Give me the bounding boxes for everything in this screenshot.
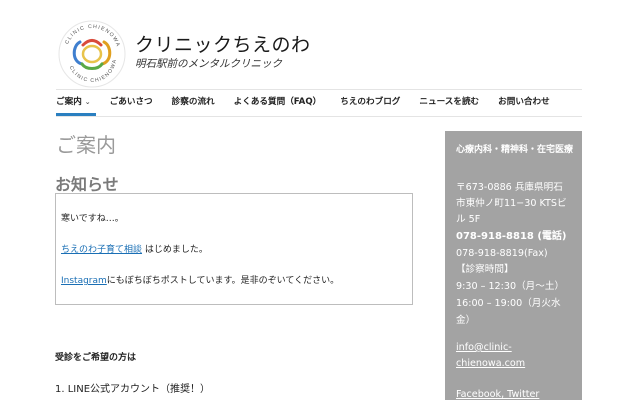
nav-item-greeting[interactable]: ごあいさつ	[110, 94, 153, 110]
fax-number: 078-918-8819(Fax)	[456, 248, 548, 259]
hours-line-1: 9:30 – 12:30（月〜土）	[456, 281, 565, 292]
instagram-link[interactable]: Instagram	[61, 276, 107, 286]
nav-item-faq[interactable]: よくある質問（FAQ）	[234, 94, 322, 110]
sidebar-info: 心療内科・精神科・在宅医療 〒673-0886 兵庫県明石 市東仲ノ町11−30…	[445, 131, 582, 400]
nav-item-blog[interactable]: ちえのわブログ	[340, 94, 400, 110]
site-tagline: 明石駅前のメンタルクリニック	[135, 58, 282, 70]
nav-item-contact[interactable]: お問い合わせ	[498, 94, 550, 110]
nav-divider-top	[56, 89, 582, 90]
sidebar-title: 心療内科・精神科・在宅医療	[456, 145, 574, 155]
nav-divider-bottom	[56, 116, 582, 117]
phone-number[interactable]: 078-918-8818 (電話)	[456, 230, 567, 244]
logo-mark-icon: CLINIC CHIENOWA CLINIC CHIENOWA	[58, 20, 126, 88]
news-heading: お知らせ	[55, 175, 119, 194]
page: CLINIC CHIENOWA CLINIC CHIENOWA クリニックちえの…	[0, 0, 640, 400]
nav-item-news[interactable]: ニュースを読む	[419, 94, 479, 110]
nav-item-guide[interactable]: ご案内 ⌄	[56, 94, 91, 110]
nav-item-consultation-flow[interactable]: 診察の流れ	[172, 94, 215, 110]
email-link-line-2[interactable]: chienowa.com	[456, 357, 525, 371]
clinic-logo[interactable]: CLINIC CHIENOWA CLINIC CHIENOWA	[56, 18, 128, 90]
chevron-down-icon: ⌄	[84, 98, 91, 106]
main-nav: ご案内 ⌄ ごあいさつ 診察の流れ よくある質問（FAQ） ちえのわブログ ニュ…	[56, 94, 569, 110]
address-line-3: ル 5F	[456, 214, 481, 225]
notice-line-3: Instagramにもぼちぼちポストしています。是非のぞいてください。	[61, 273, 339, 286]
notice-line-2-text: はじめました。	[142, 245, 208, 255]
visit-option-line: 1. LINE公式アカウント（推奨！）	[55, 384, 211, 395]
hours-line-3: 金）	[456, 315, 476, 326]
nav-item-label: ご案内	[56, 97, 82, 107]
notice-line-2: ちえのわ子育て相談 はじめました。	[61, 242, 208, 255]
visit-heading: 受診をご希望の方は	[55, 353, 137, 363]
social-links[interactable]: Facebook, Twitter	[456, 388, 539, 400]
address-line-2: 市東仲ノ町11−30 KTSビ	[456, 198, 567, 209]
page-title: ご案内	[56, 133, 116, 157]
address-line-1: 〒673-0886 兵庫県明石	[456, 182, 563, 193]
email-link-line-1[interactable]: info@clinic-	[456, 341, 512, 355]
notice-box: 寒いですね…。 ちえのわ子育て相談 はじめました。 Instagramにもぼちぼ…	[55, 193, 413, 305]
notice-line-1: 寒いですね…。	[61, 214, 124, 224]
hours-line-2: 16:00 – 19:00（月火水	[456, 298, 561, 309]
parenting-consultation-link[interactable]: ちえのわ子育て相談	[61, 245, 142, 255]
site-title[interactable]: クリニックちえのわ	[135, 30, 311, 57]
notice-line-3-text: にもぼちぼちポストしています。是非のぞいてください。	[106, 276, 340, 286]
hours-label: 【診察時間】	[456, 264, 514, 275]
